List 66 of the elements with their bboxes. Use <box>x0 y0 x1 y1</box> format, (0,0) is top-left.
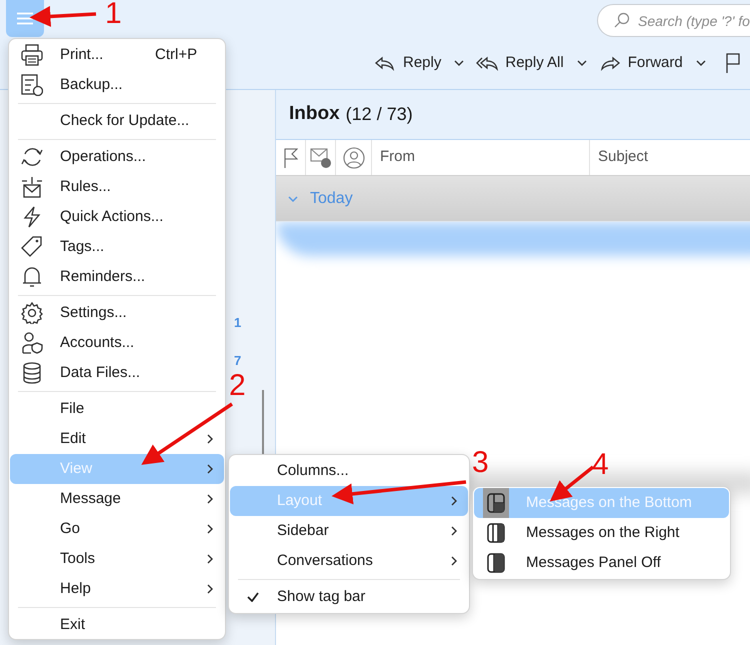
menu-item[interactable]: Columns... <box>230 456 468 486</box>
unread-count: 7 <box>234 352 242 369</box>
menu-item[interactable]: Data Files... <box>10 358 224 388</box>
annotation-number: 2 <box>229 368 246 404</box>
shortcut-label: Ctrl+P <box>155 44 198 65</box>
menu-item[interactable]: Backup... <box>10 70 224 100</box>
menu-item[interactable]: Conversations <box>230 546 468 576</box>
menu-item[interactable]: Reminders... <box>10 262 224 292</box>
person-shield-icon <box>21 332 43 354</box>
envelope-arrows-icon <box>21 176 43 198</box>
group-label: Today <box>310 188 353 208</box>
envelope-dot-icon <box>310 148 332 168</box>
menu-item[interactable]: Edit <box>10 424 224 454</box>
menu-item[interactable]: Settings... <box>10 298 224 328</box>
reply-all-arrow-icon <box>476 54 500 72</box>
menu-item[interactable]: Rules... <box>10 172 224 202</box>
sync-icon <box>21 146 43 168</box>
person-icon <box>342 146 364 168</box>
bell-icon <box>21 266 43 288</box>
printer-icon <box>21 44 43 66</box>
menu-icon <box>17 12 33 25</box>
menu-item[interactable]: Sidebar <box>230 516 468 546</box>
column-header[interactable]: From <box>372 140 590 175</box>
search-field[interactable]: Search (type '?' fo <box>597 4 750 37</box>
list-restore-icon <box>21 74 43 96</box>
gear-icon <box>21 302 43 324</box>
message-count: (12 / 73) <box>346 103 413 126</box>
menu-item[interactable]: Tools <box>10 544 224 574</box>
menu-item[interactable]: File <box>10 394 224 424</box>
layout-right-icon <box>487 523 505 543</box>
menu-item[interactable]: Show tag bar <box>230 582 468 612</box>
database-icon <box>21 362 43 384</box>
chevron-icon <box>454 60 464 66</box>
search-icon <box>614 12 630 28</box>
annotation-arrow <box>30 6 96 27</box>
annotation-number: 3 <box>472 445 489 481</box>
menu-button[interactable] <box>6 0 44 37</box>
folder-title: Inbox <box>289 102 340 126</box>
menu-item[interactable]: Messages Panel Off <box>474 548 729 578</box>
menu-item[interactable]: Accounts... <box>10 328 224 358</box>
menu-item[interactable]: Operations... <box>10 142 224 172</box>
menu-item[interactable]: Print... Ctrl+P <box>10 40 224 70</box>
tag-icon <box>21 236 43 258</box>
column-header[interactable]: Subject <box>590 140 750 175</box>
annotation-number: 1 <box>105 0 122 32</box>
toolbar-button[interactable]: Reply All <box>476 48 599 78</box>
menu-item[interactable]: Help <box>10 574 224 604</box>
menu-item[interactable]: Check for Update... <box>10 106 224 136</box>
flag-icon <box>726 53 740 73</box>
layout-off-icon <box>487 553 505 573</box>
annotation-number: 4 <box>592 447 609 483</box>
menu-item[interactable]: Exit <box>10 610 224 640</box>
chevron-icon <box>696 60 706 66</box>
unread-count: 1 <box>234 314 242 331</box>
menu-item[interactable]: Go <box>10 514 224 544</box>
menu-item[interactable]: Message <box>10 484 224 514</box>
menu-item[interactable]: Tags... <box>10 232 224 262</box>
lightning-icon <box>21 206 43 228</box>
chevron-icon <box>288 196 298 202</box>
flag-icon <box>284 148 298 168</box>
layout-bottom-icon <box>487 493 505 513</box>
menu-item[interactable]: Messages on the Right <box>474 518 729 548</box>
toolbar-button[interactable]: Forward <box>598 48 718 78</box>
toolbar-button[interactable]: Reply <box>374 48 476 78</box>
chevron-icon <box>576 60 587 66</box>
menu-item[interactable]: Quick Actions... <box>10 202 224 232</box>
